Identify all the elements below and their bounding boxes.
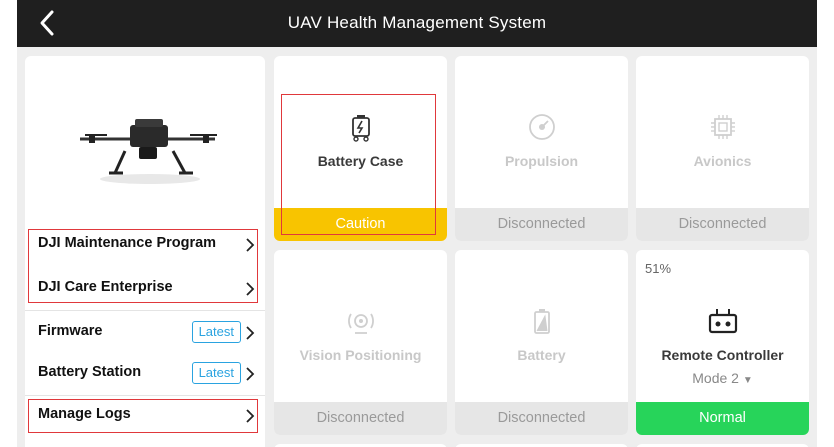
menu-item-label: Firmware	[38, 323, 103, 339]
vision-positioning-icon	[347, 313, 374, 334]
battery-station-status-badge: Latest	[191, 362, 241, 384]
controller-battery-percent: 51%	[645, 261, 672, 276]
module-status: Disconnected	[455, 208, 628, 241]
menu-item-label: DJI Care Enterprise	[38, 279, 173, 295]
app-window: UAV Health Management System DJI Mainten…	[17, 0, 817, 447]
module-name: Battery Case	[317, 153, 404, 169]
module-status: Disconnected	[636, 208, 809, 241]
module-status: Disconnected	[455, 402, 628, 435]
chevron-right-icon	[246, 326, 255, 340]
firmware-status-badge: Latest	[191, 321, 241, 343]
menu-item-label: Battery Station	[38, 364, 142, 380]
aircraft-panel: DJI Maintenance Program DJI Care Enterpr…	[25, 56, 265, 447]
menu-item-firmware[interactable]: Firmware Latest	[25, 312, 265, 354]
avionics-chip-icon	[710, 115, 735, 139]
controller-mode-value: Mode 2	[692, 370, 739, 386]
chevron-right-icon	[246, 367, 255, 381]
module-status: Caution	[274, 208, 447, 241]
drone-image	[80, 119, 217, 184]
chevron-right-icon	[246, 238, 255, 252]
controller-mode-dropdown[interactable]: Mode 2 ▼	[636, 370, 809, 386]
module-status: Normal	[636, 402, 809, 435]
module-tile-battery-case[interactable]: Battery Case Caution	[274, 56, 447, 241]
module-tile-vision-positioning[interactable]: Vision Positioning Disconnected	[274, 250, 447, 435]
module-name: Battery	[517, 347, 566, 363]
menu-item-label: Manage Logs	[38, 406, 131, 422]
module-name: Propulsion	[504, 153, 579, 169]
module-name: Vision Positioning	[299, 347, 422, 363]
remote-controller-icon	[708, 309, 737, 334]
menu-item-label: DJI Maintenance Program	[38, 235, 217, 251]
menu-item-care-enterprise[interactable]: DJI Care Enterprise	[25, 268, 265, 310]
menu-item-battery-station[interactable]: Battery Station Latest	[25, 353, 265, 395]
module-tile-propulsion[interactable]: Propulsion Disconnected	[455, 56, 628, 241]
module-status: Disconnected	[274, 402, 447, 435]
page-title: UAV Health Management System	[287, 13, 547, 32]
chevron-right-icon	[246, 409, 255, 423]
module-name: Avionics	[693, 153, 752, 169]
battery-icon	[533, 309, 550, 334]
menu-item-manage-logs[interactable]: Manage Logs	[25, 395, 265, 437]
header-bar: UAV Health Management System	[17, 0, 817, 47]
menu-item-maintenance-program[interactable]: DJI Maintenance Program	[25, 224, 265, 266]
propulsion-icon	[528, 114, 555, 140]
module-tile-battery[interactable]: Battery Disconnected	[455, 250, 628, 435]
caret-down-icon: ▼	[742, 375, 753, 386]
module-tile-remote-controller[interactable]: 51% Remote Controller Mode 2 ▼ Normal	[636, 250, 809, 435]
module-name: Remote Controller	[661, 347, 784, 363]
battery-case-icon	[351, 115, 370, 142]
module-tile-avionics[interactable]: Avionics Disconnected	[636, 56, 809, 241]
divider	[25, 310, 265, 311]
chevron-right-icon	[246, 282, 255, 296]
